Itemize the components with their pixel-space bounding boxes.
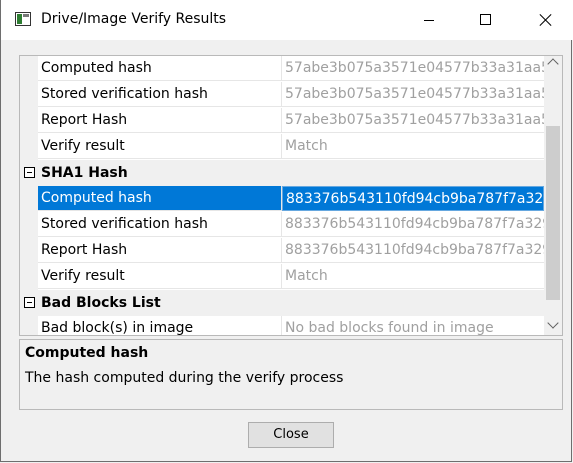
property-row[interactable]: Verify result Match [20,264,544,290]
collapse-icon[interactable] [24,167,35,178]
property-name: Stored verification hash [38,212,282,237]
property-name: Verify result [38,134,282,159]
collapse-icon[interactable] [24,297,35,308]
property-name: Computed hash [38,56,282,81]
close-icon[interactable] [523,0,569,40]
property-name: Computed hash [38,186,282,211]
vertical-scrollbar[interactable] [544,56,562,335]
property-row[interactable]: Report Hash 883376b543110fd94cb9ba787f7a… [20,238,544,264]
description-panel: Computed hash The hash computed during t… [19,339,563,410]
property-value: 57abe3b075a3571e04577b33a31aa59c [282,108,544,133]
property-value: Match [282,264,544,289]
minimize-icon[interactable] [406,0,452,40]
property-value: 883376b543110fd94cb9ba787f7a32950 [282,238,544,263]
maximize-icon[interactable] [464,0,510,40]
property-row[interactable]: Report Hash 57abe3b075a3571e04577b33a31a… [20,108,544,134]
property-grid: Computed hash 57abe3b075a3571e04577b33a3… [19,55,563,336]
property-row[interactable]: Stored verification hash 883376b543110fd… [20,212,544,238]
property-name: Stored verification hash [38,82,282,107]
property-row[interactable]: Verify result Match [20,134,544,160]
property-value: Match [282,134,544,159]
window-title: Drive/Image Verify Results [41,11,227,27]
category-label: Bad Blocks List [41,295,161,311]
property-row-selected[interactable]: Computed hash 883376b543110fd94cb9ba787f… [20,186,544,212]
scroll-thumb[interactable] [546,126,560,300]
scroll-down-icon[interactable] [547,317,559,329]
property-row[interactable]: Computed hash 57abe3b075a3571e04577b33a3… [20,56,544,82]
description-text: The hash computed during the verify proc… [25,370,344,386]
property-value: 57abe3b075a3571e04577b33a31aa59c [282,82,544,107]
app-icon [15,12,31,26]
property-name: Bad block(s) in image [38,316,282,335]
property-value: 57abe3b075a3571e04577b33a31aa59c [282,56,544,81]
category-bad-blocks[interactable]: Bad Blocks List [20,290,544,316]
property-value: 883376b543110fd94cb9ba787f7a32950 [282,212,544,237]
property-name: Report Hash [38,108,282,133]
verify-results-window: Drive/Image Verify Results Computed hash… [0,0,573,462]
property-value[interactable]: 883376b543110fd94cb9ba787f7a32950 [282,186,544,211]
category-label: SHA1 Hash [41,165,128,181]
property-value: No bad blocks found in image [282,316,544,335]
property-row[interactable]: Bad block(s) in image No bad blocks foun… [20,316,544,335]
title-bar: Drive/Image Verify Results [1,0,573,40]
property-name: Verify result [38,264,282,289]
close-button[interactable]: Close [248,422,334,448]
scroll-up-icon[interactable] [547,58,559,70]
property-name: Report Hash [38,238,282,263]
category-sha1[interactable]: SHA1 Hash [20,160,544,186]
property-row[interactable]: Stored verification hash 57abe3b075a3571… [20,82,544,108]
description-title: Computed hash [25,345,149,361]
